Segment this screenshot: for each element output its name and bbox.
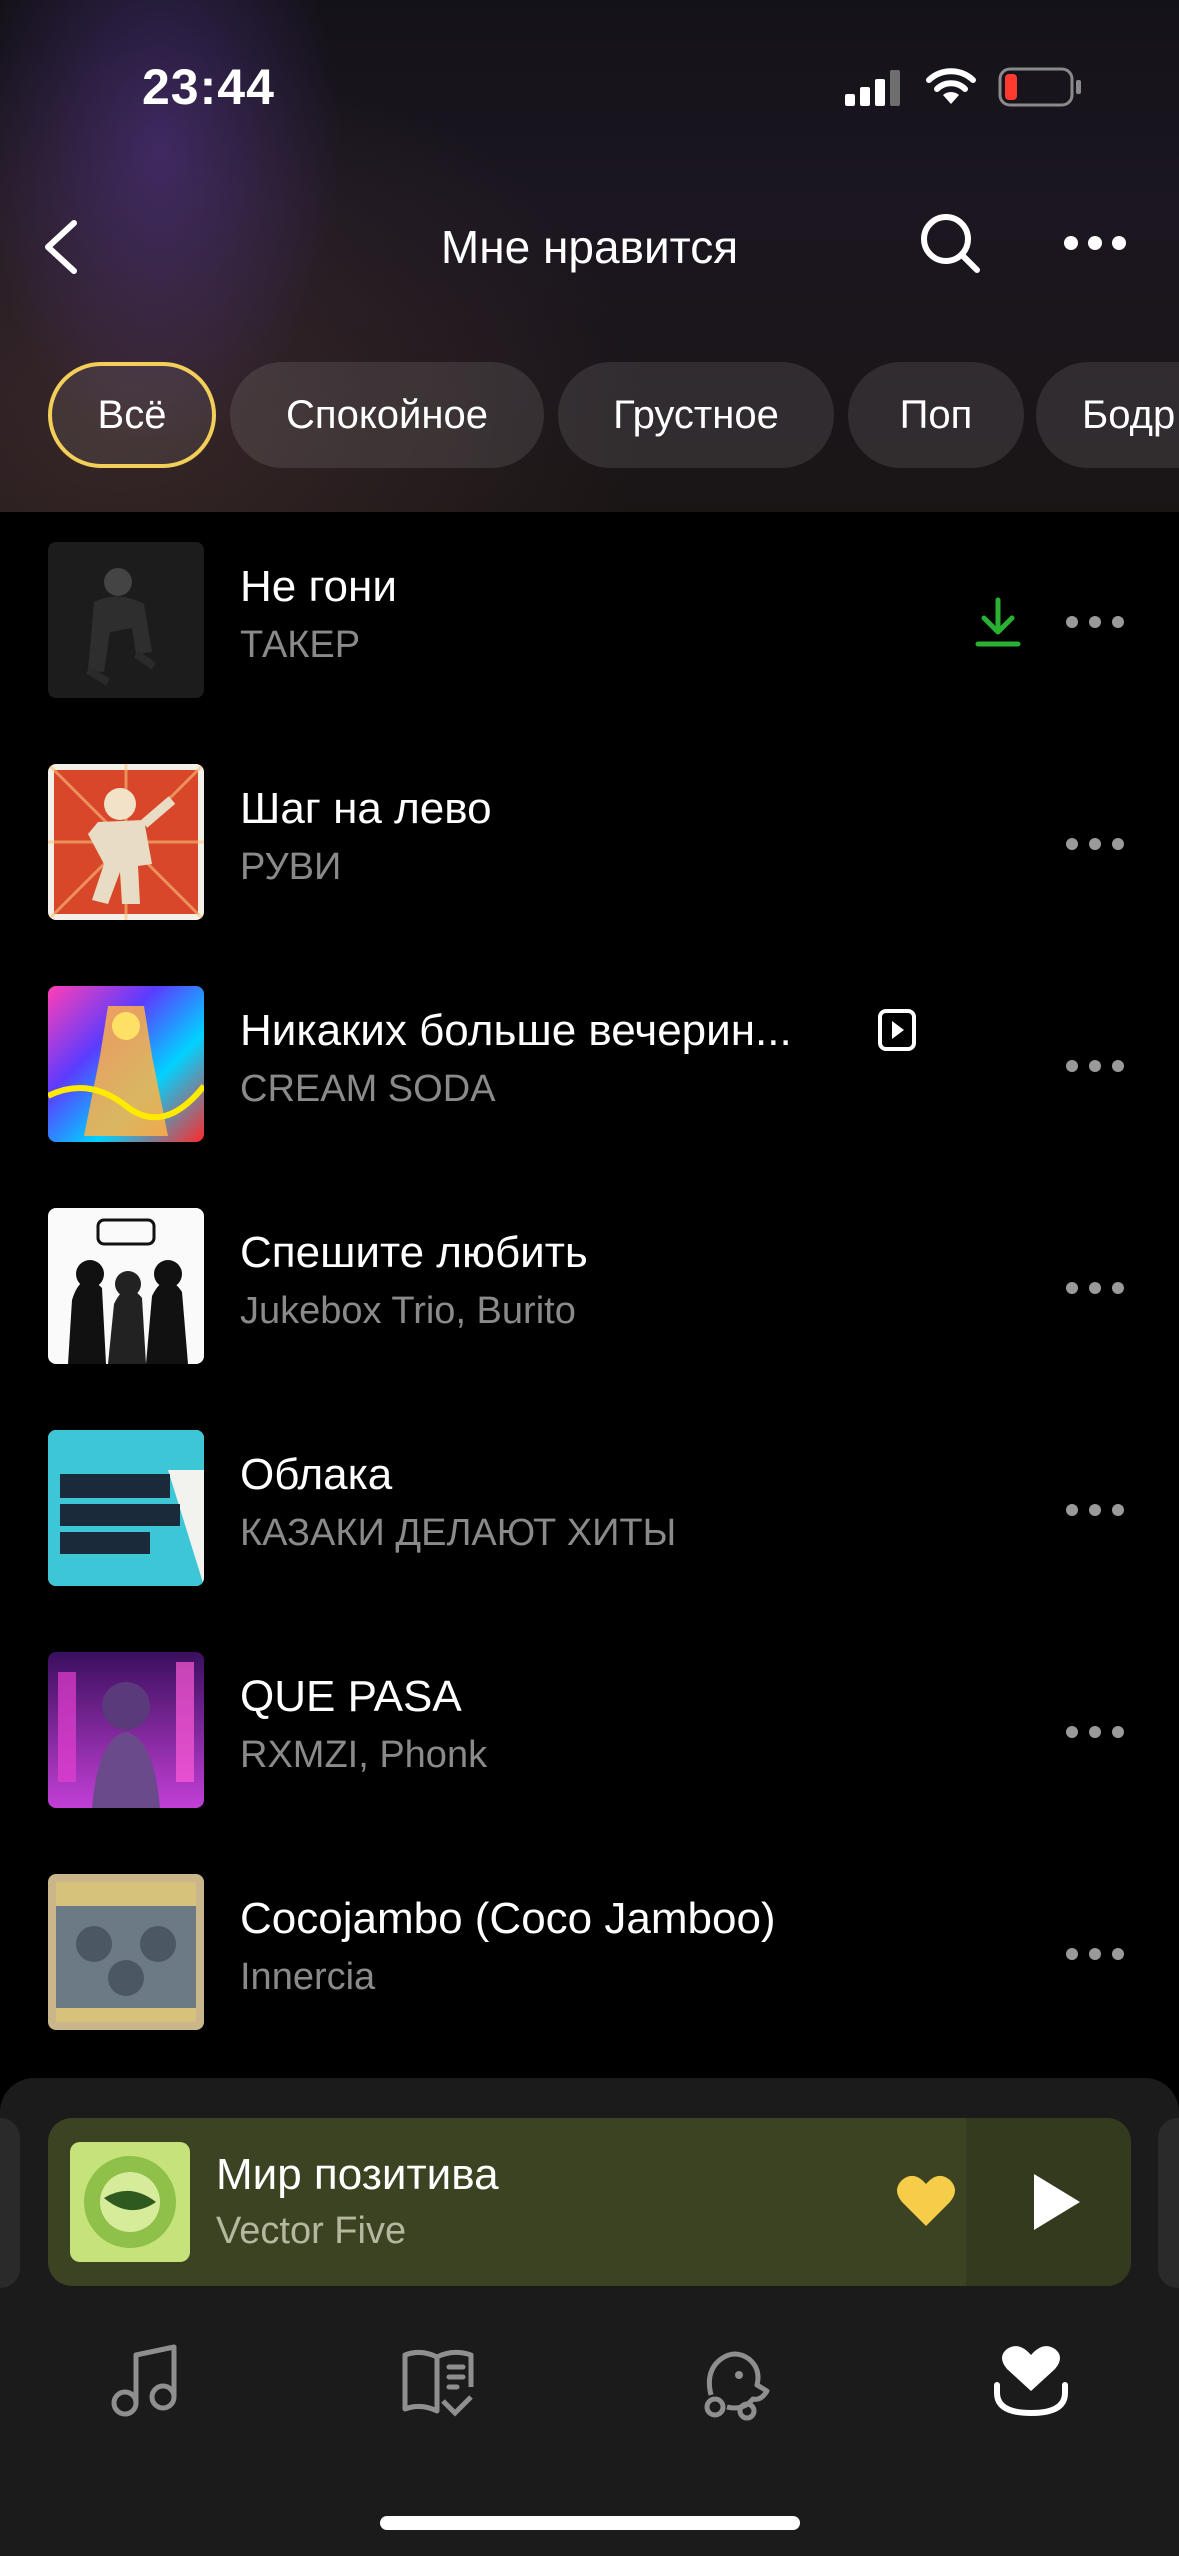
track-artist: CREAM SODA — [240, 1068, 496, 1110]
filter-chip-sad[interactable]: Грустное — [558, 362, 834, 468]
more-horizontal-icon — [1066, 1948, 1124, 1960]
filter-chip-all[interactable]: Всё — [48, 362, 216, 468]
now-playing-artist: Vector Five — [216, 2210, 407, 2252]
track-row[interactable]: Спешите любить Jukebox Trio, Burito — [0, 1178, 1179, 1400]
track-title: Спешите любить — [240, 1228, 588, 1277]
filter-chip-calm[interactable]: Спокойное — [230, 362, 544, 468]
tab-music[interactable] — [100, 2336, 190, 2426]
album-cover — [48, 1874, 204, 2030]
album-cover — [48, 1430, 204, 1586]
home-indicator — [380, 2516, 800, 2530]
video-clip-icon — [878, 1009, 916, 1051]
track-artist: РУВИ — [240, 846, 342, 888]
tab-kids[interactable] — [690, 2336, 780, 2426]
track-artist: Jukebox Trio, Burito — [240, 1290, 576, 1332]
filter-chip-energetic[interactable]: Бодр — [1036, 362, 1179, 468]
tab-bar — [0, 2300, 1179, 2460]
track-title: Облака — [240, 1450, 393, 1499]
track-row[interactable]: Не гони ТАКЕР — [0, 512, 1179, 734]
bottom-panel: Мир позитива Vector Five — [0, 2078, 1179, 2556]
track-more-button[interactable] — [1060, 1253, 1130, 1323]
album-cover — [48, 1652, 204, 1808]
track-more-button[interactable] — [1060, 1031, 1130, 1101]
search-button[interactable] — [915, 208, 985, 278]
album-cover — [48, 542, 204, 698]
status-bar: 23:44 — [0, 0, 1179, 170]
tab-podcasts-books[interactable] — [394, 2336, 484, 2426]
track-title: Шаг на лево — [240, 784, 492, 833]
previous-track-card[interactable] — [0, 2118, 20, 2288]
like-heart-icon[interactable] — [894, 2170, 958, 2230]
more-horizontal-icon — [1064, 236, 1126, 250]
downloaded-icon — [975, 597, 1021, 647]
album-cover — [48, 986, 204, 1142]
track-artist: Innercia — [240, 1956, 376, 1998]
mini-player[interactable]: Мир позитива Vector Five — [48, 2118, 1131, 2286]
track-more-button[interactable] — [1060, 1919, 1130, 1989]
more-horizontal-icon — [1066, 1282, 1124, 1294]
tab-collection[interactable] — [986, 2336, 1076, 2426]
now-playing-title: Мир позитива — [216, 2150, 499, 2199]
track-artist: ТАКЕР — [240, 624, 361, 666]
filter-chip-pop[interactable]: Поп — [848, 362, 1024, 468]
more-horizontal-icon — [1066, 1504, 1124, 1516]
more-horizontal-icon — [1066, 838, 1124, 850]
track-artist: КАЗАКИ ДЕЛАЮТ ХИТЫ — [240, 1512, 677, 1554]
play-icon[interactable] — [1026, 2170, 1086, 2234]
track-title: Cocojambo (Coco Jamboo) — [240, 1894, 776, 1943]
track-row[interactable]: Никаких больше вечерин... CREAM SODA — [0, 956, 1179, 1178]
more-horizontal-icon — [1066, 1726, 1124, 1738]
more-horizontal-icon — [1066, 616, 1124, 628]
track-row[interactable]: Cocojambo (Coco Jamboo) Innercia — [0, 1844, 1179, 2066]
track-more-button[interactable] — [1060, 1475, 1130, 1545]
track-title: Никаких больше вечерин... — [240, 1006, 792, 1055]
mood-filter-bar: Всё Спокойное Грустное Поп Бодр — [0, 362, 1179, 472]
header-more-button[interactable] — [1060, 208, 1130, 278]
track-title: QUE PASA — [240, 1672, 462, 1721]
album-cover — [48, 764, 204, 920]
track-artist: RXMZI, Phonk — [240, 1734, 488, 1776]
track-row[interactable]: Облака КАЗАКИ ДЕЛАЮТ ХИТЫ — [0, 1400, 1179, 1622]
status-time: 23:44 — [142, 59, 275, 115]
page-title: Мне нравится — [440, 221, 739, 273]
track-more-button[interactable] — [1060, 809, 1130, 879]
track-row[interactable]: Шаг на лево РУВИ — [0, 734, 1179, 956]
wifi-icon — [926, 68, 976, 104]
podcasts-book-icon — [402, 2349, 474, 2417]
collection-heart-icon — [994, 2346, 1068, 2417]
album-cover — [48, 1208, 204, 1364]
search-icon — [921, 214, 980, 273]
music-note-icon — [111, 2344, 177, 2417]
more-horizontal-icon — [1066, 1060, 1124, 1072]
now-playing-cover — [70, 2142, 190, 2262]
kids-icon — [704, 2351, 770, 2421]
track-title: Не гони — [240, 562, 397, 611]
next-track-card[interactable] — [1158, 2118, 1179, 2288]
navigation-bar: Мне нравится — [0, 200, 1179, 290]
track-row[interactable]: QUE PASA RXMZI, Phonk — [0, 1622, 1179, 1844]
track-more-button[interactable] — [1060, 587, 1130, 657]
cellular-signal-icon — [845, 70, 900, 106]
track-more-button[interactable] — [1060, 1697, 1130, 1767]
battery-icon — [998, 67, 1081, 107]
